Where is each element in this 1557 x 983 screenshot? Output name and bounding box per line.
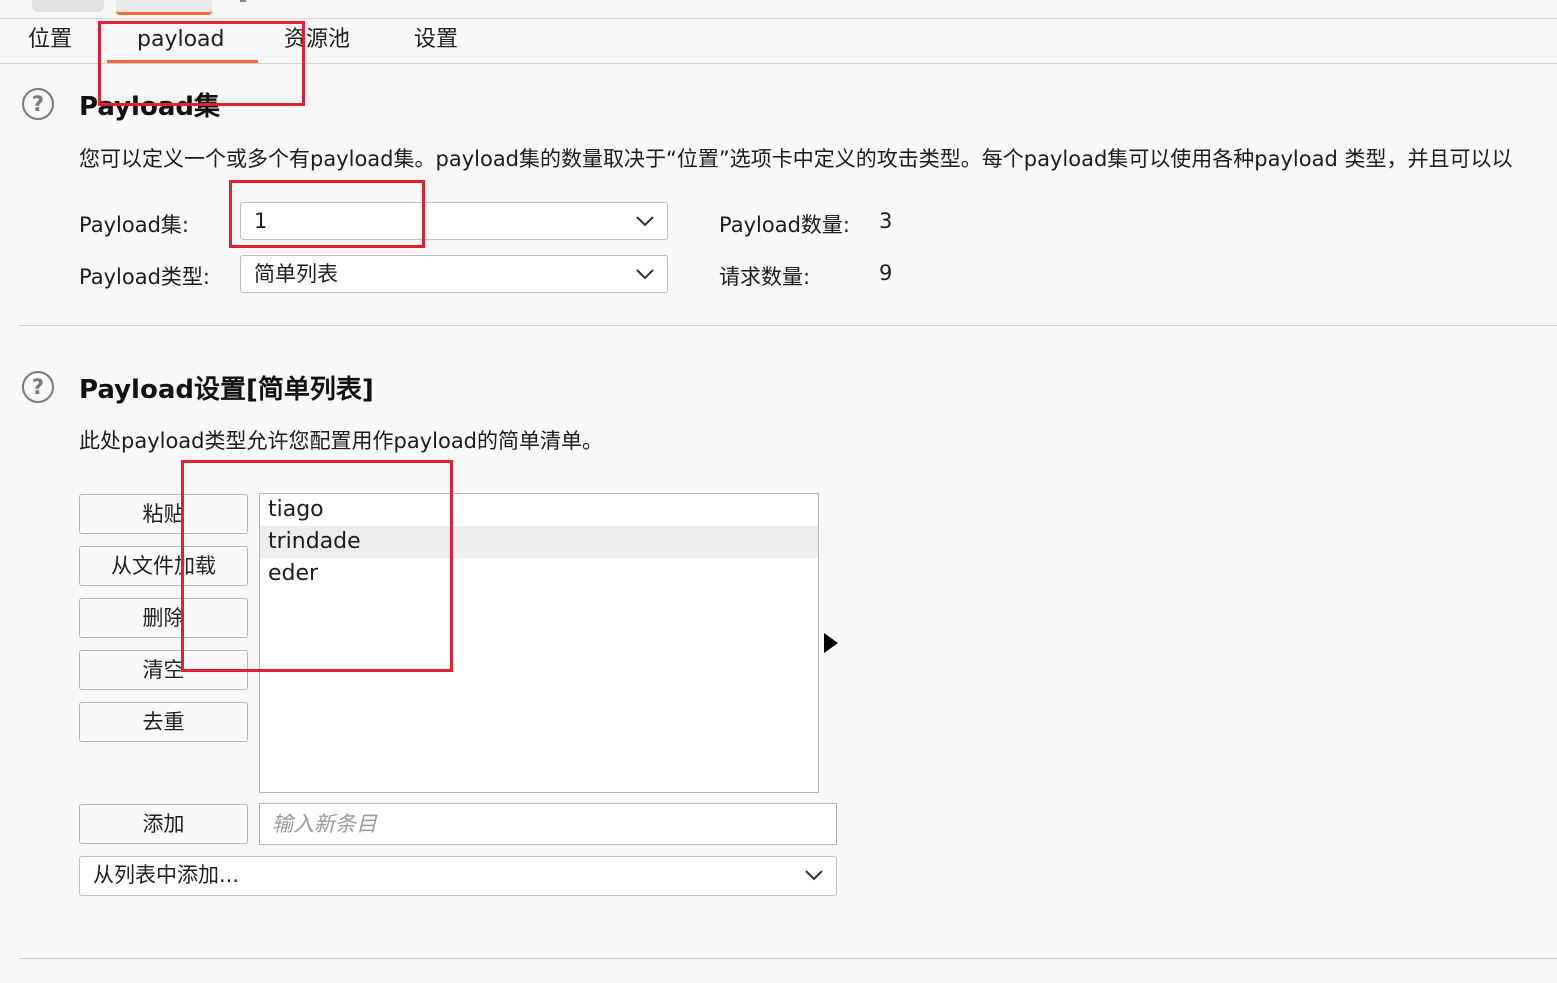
payload-list[interactable]: tiago trindade eder	[259, 493, 819, 793]
clear-button[interactable]: 清空	[79, 650, 248, 690]
window-tab-active[interactable]	[116, 0, 212, 15]
chevron-down-icon	[805, 870, 823, 881]
tab-positions[interactable]: 位置	[28, 25, 72, 55]
list-item-selected[interactable]: trindade	[260, 526, 818, 558]
window-tab[interactable]	[32, 0, 104, 12]
intruder-tab-bar: 位置 payload 资源池 设置	[0, 19, 1557, 64]
expand-arrow-icon[interactable]	[823, 632, 839, 654]
payload-settings-description: 此处payload类型允许您配置用作payload的简单清单。	[79, 429, 604, 453]
tab-settings[interactable]: 设置	[414, 25, 458, 55]
add-from-list-label: 从列表中添加...	[93, 863, 240, 887]
request-count-label: 请求数量:	[719, 265, 811, 289]
payload-set-label: Payload集:	[79, 213, 189, 237]
new-item-input[interactable]	[259, 803, 837, 845]
deduplicate-button[interactable]: 去重	[79, 702, 248, 742]
help-icon[interactable]: ?	[22, 88, 54, 120]
request-count-value: 9	[879, 261, 893, 285]
list-item[interactable]: eder	[260, 558, 818, 590]
payload-type-label: Payload类型:	[79, 265, 210, 289]
window-tab-strip	[0, 0, 1557, 19]
remove-button[interactable]: 删除	[79, 598, 248, 638]
load-from-file-button[interactable]: 从文件加载	[79, 546, 248, 586]
tab-resource-pool[interactable]: 资源池	[284, 25, 350, 55]
help-icon[interactable]: ?	[22, 371, 54, 403]
payload-type-select[interactable]: 简单列表	[240, 255, 668, 293]
chevron-down-icon	[636, 269, 654, 280]
add-button[interactable]: 添加	[79, 804, 248, 844]
chevron-down-icon	[636, 216, 654, 227]
section-divider	[19, 325, 1557, 326]
payload-count-value: 3	[879, 209, 893, 233]
window-tab-marker	[240, 0, 246, 2]
payload-sets-description: 您可以定义一个或多个有payload集。payload集的数量取决于“位置”选项…	[79, 147, 1513, 171]
payload-set-value: 1	[254, 209, 268, 233]
payload-type-value: 简单列表	[254, 262, 338, 286]
payload-count-label: Payload数量:	[719, 213, 850, 237]
payload-sets-title: Payload集	[79, 92, 220, 122]
add-from-list-select[interactable]: 从列表中添加...	[79, 856, 837, 896]
payload-settings-title: Payload设置[简单列表]	[79, 375, 374, 405]
tab-payload[interactable]: payload	[106, 25, 260, 63]
payload-set-select[interactable]: 1	[240, 202, 668, 240]
list-item[interactable]: tiago	[260, 494, 818, 526]
paste-button[interactable]: 粘贴	[79, 494, 248, 534]
section-divider	[19, 958, 1557, 959]
